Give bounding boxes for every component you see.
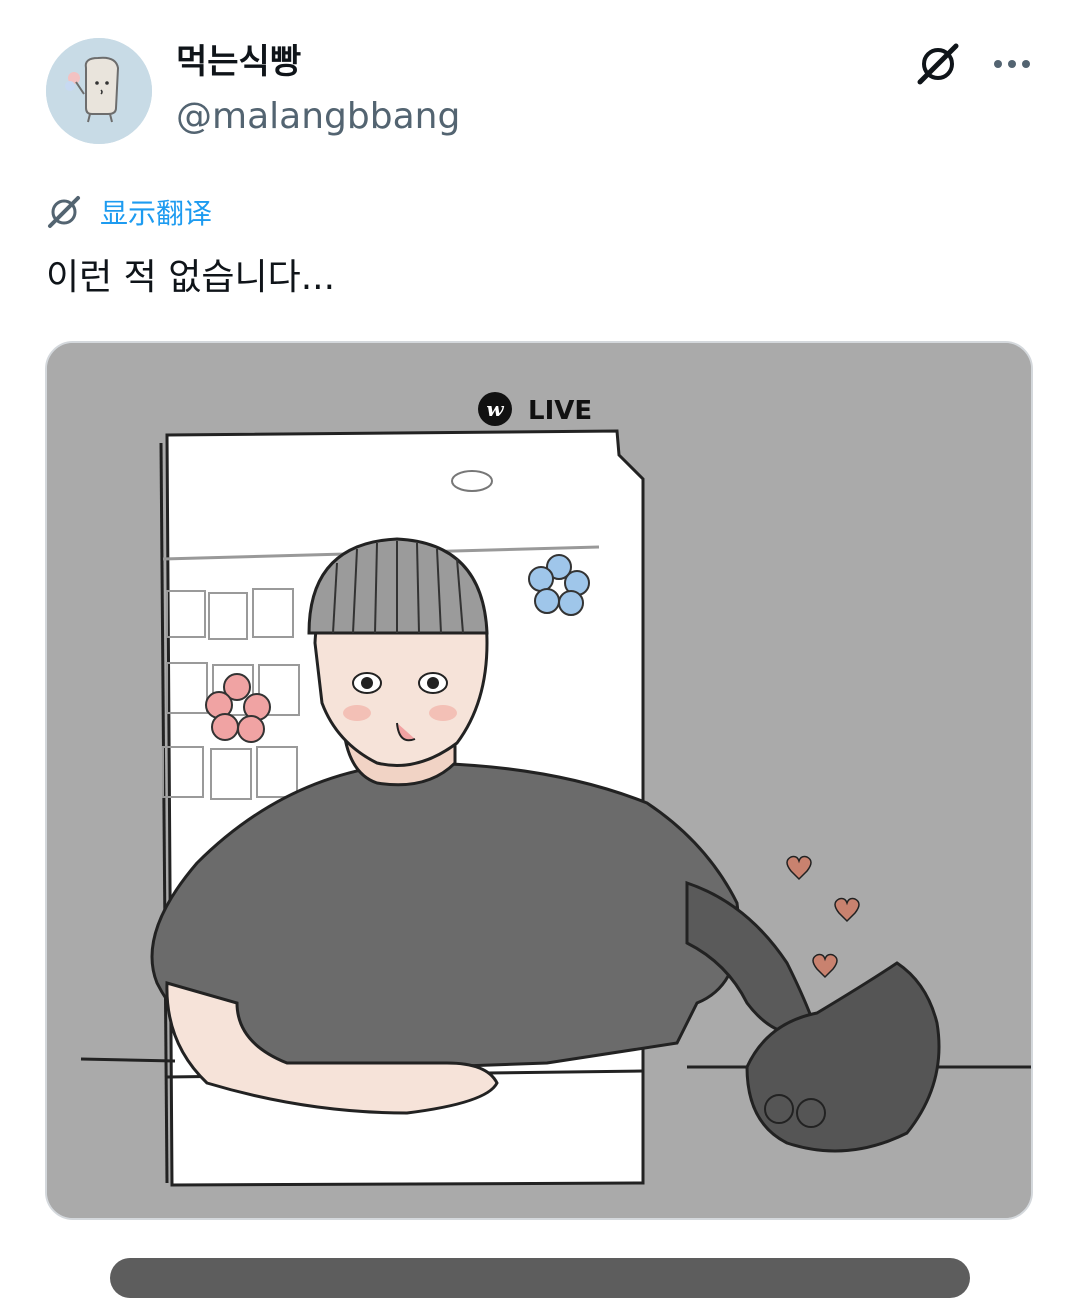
user-handle[interactable]: @malangbbang: [176, 94, 460, 140]
more-horizontal-icon[interactable]: [988, 40, 1036, 88]
show-translation-label: 显示翻译: [100, 197, 213, 230]
avatar[interactable]: [46, 38, 152, 144]
live-badge: w LIVE: [478, 392, 592, 426]
grok-icon: [48, 196, 80, 228]
show-translation-button[interactable]: 显示翻译: [46, 192, 212, 232]
bread-avatar-icon: [46, 38, 152, 144]
svg-text:LIVE: LIVE: [528, 396, 592, 426]
svg-text:w: w: [486, 397, 504, 421]
display-name[interactable]: 먹는식빵: [176, 40, 301, 84]
illustration-image: w LIVE: [47, 343, 1031, 1218]
tweet-image[interactable]: w LIVE: [45, 341, 1033, 1220]
tweet-text: 이런 적 없습니다...: [46, 257, 336, 298]
bottom-action-bar[interactable]: [110, 1258, 970, 1298]
grok-icon[interactable]: [914, 40, 962, 88]
